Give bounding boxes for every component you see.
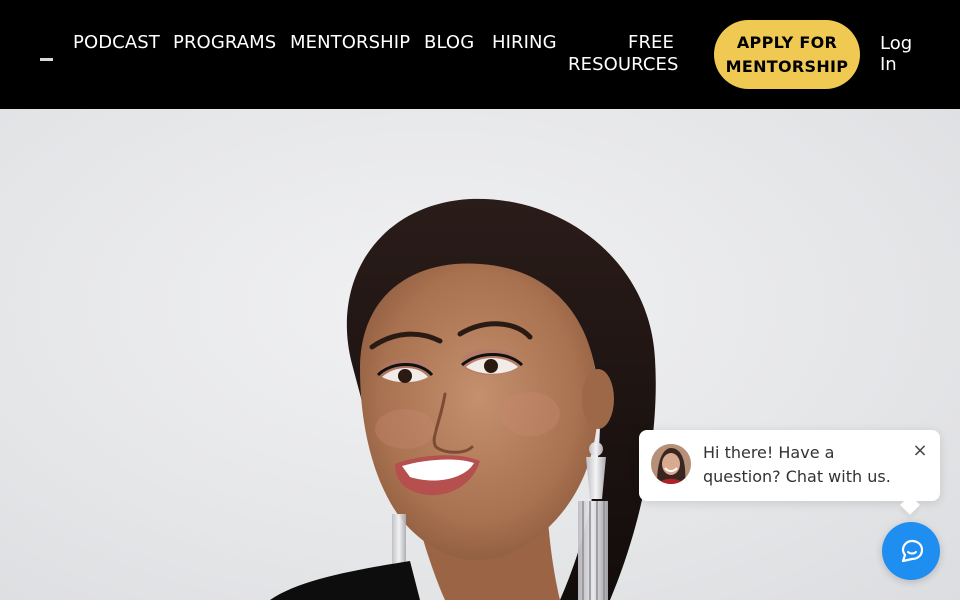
nav-free-resources[interactable]: FREE RESOURCES xyxy=(568,32,678,75)
site-header: PODCAST PROGRAMS MENTORSHIP BLOG HIRING … xyxy=(0,0,960,109)
nav-mentorship[interactable]: MENTORSHIP xyxy=(290,31,410,57)
apply-for-mentorship-button[interactable]: APPLY FOR MENTORSHIP xyxy=(714,20,860,89)
chat-launcher-button[interactable] xyxy=(882,522,940,580)
nav-programs[interactable]: PROGRAMS xyxy=(173,31,276,57)
chat-greeting-text: Hi there! Have a question? Chat with us. xyxy=(703,443,891,486)
nav-podcast[interactable]: PODCAST xyxy=(73,31,160,57)
close-icon[interactable]: × xyxy=(911,442,929,460)
apply-button-label: APPLY FOR MENTORSHIP xyxy=(725,32,849,76)
nav-blog[interactable]: BLOG xyxy=(424,31,474,57)
hero-portrait-illustration xyxy=(270,198,656,600)
chat-agent-avatar xyxy=(651,444,691,484)
nav-hiring[interactable]: HIRING xyxy=(492,31,557,57)
avatar-illustration xyxy=(651,444,691,484)
chat-icon xyxy=(901,539,924,563)
login-link[interactable]: Log In xyxy=(880,33,920,75)
site-logo[interactable] xyxy=(40,58,53,61)
chat-greeting-popup[interactable]: Hi there! Have a question? Chat with us.… xyxy=(639,430,940,501)
hero-photo xyxy=(0,109,960,600)
